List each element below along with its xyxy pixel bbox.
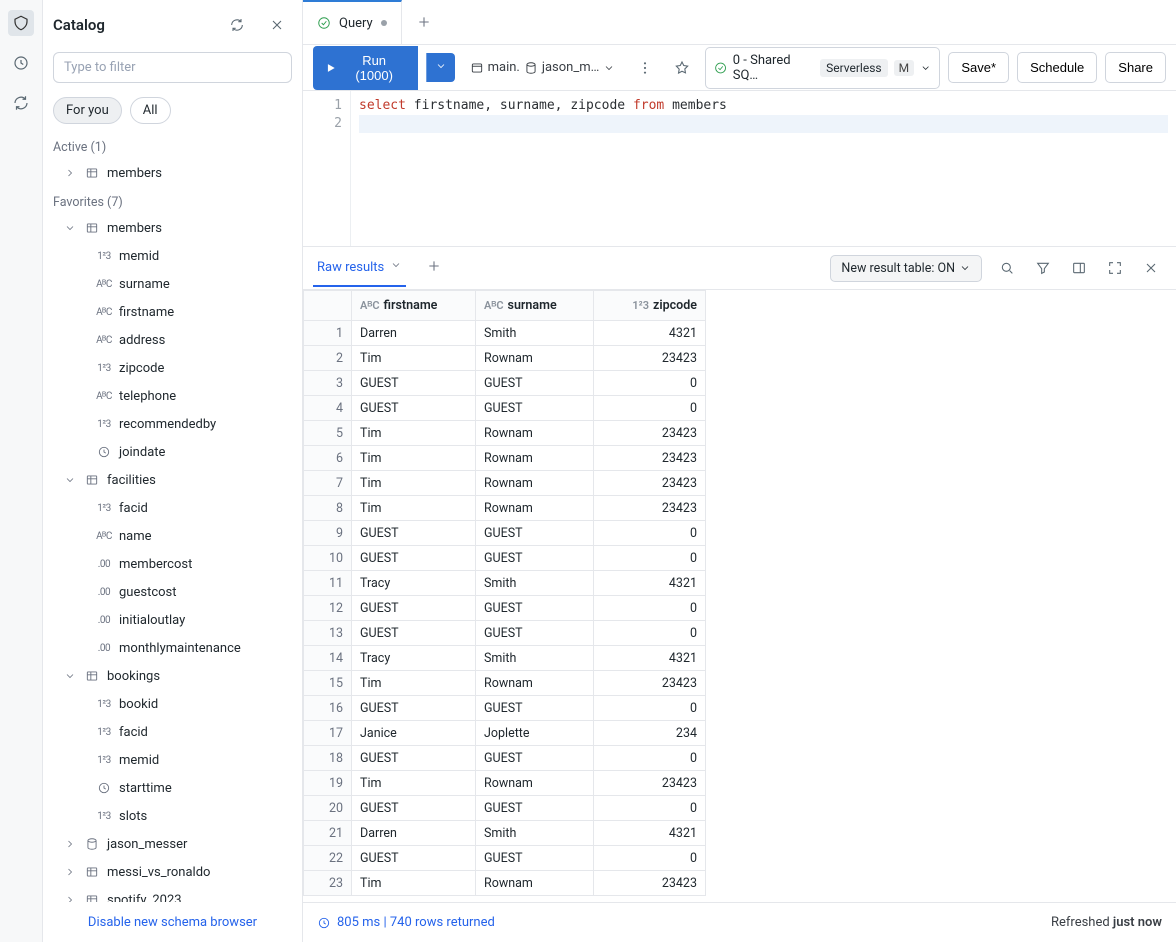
tree-column[interactable]: 1²3zipcode: [43, 354, 302, 382]
table-row[interactable]: 6TimRownam23423: [304, 446, 706, 471]
table-row[interactable]: 22GUESTGUEST0: [304, 846, 706, 871]
close-results-icon[interactable]: [1136, 253, 1166, 283]
tree-column[interactable]: 1²3slots: [43, 802, 302, 830]
tree-column[interactable]: 1²3facid: [43, 494, 302, 522]
table-row[interactable]: 18GUESTGUEST0: [304, 746, 706, 771]
pill-all[interactable]: All: [130, 97, 171, 124]
status-refreshed: Refreshed just now: [1051, 915, 1162, 930]
save-button[interactable]: Save*: [948, 52, 1009, 83]
table-row[interactable]: 3GUESTGUEST0: [304, 371, 706, 396]
tree-column[interactable]: .00monthlymaintenance: [43, 634, 302, 662]
table-row[interactable]: 4GUESTGUEST0: [304, 396, 706, 421]
section-active: Active (1): [43, 132, 302, 159]
editor-toolbar: Run (1000) main. jason_m… 0 - Shared SQ……: [303, 45, 1176, 91]
tree-column[interactable]: 1²3memid: [43, 746, 302, 774]
kebab-menu-icon[interactable]: [630, 53, 659, 83]
table-row[interactable]: 10GUESTGUEST0: [304, 546, 706, 571]
table-row[interactable]: 2TimRownam23423: [304, 346, 706, 371]
tree-item[interactable]: spotify_2023: [43, 886, 302, 902]
table-row[interactable]: 23TimRownam23423: [304, 871, 706, 896]
history-rail-icon[interactable]: [8, 50, 34, 76]
status-bar: 805 ms | 740 rows returned Refreshed jus…: [303, 902, 1176, 942]
result-table-toggle[interactable]: New result table: ON: [830, 255, 982, 282]
results-tab-raw[interactable]: Raw results: [313, 249, 406, 287]
filter-input[interactable]: Type to filter: [53, 52, 292, 83]
editor-tabs: Query: [303, 0, 1176, 45]
catalog-rail-icon[interactable]: [8, 10, 34, 36]
table-row[interactable]: 5TimRownam23423: [304, 421, 706, 446]
context-selector[interactable]: main. jason_m…: [463, 55, 623, 80]
tree-column[interactable]: .00initialoutlay: [43, 606, 302, 634]
tree-column[interactable]: 1²3facid: [43, 718, 302, 746]
table-row[interactable]: 9GUESTGUEST0: [304, 521, 706, 546]
results-table: AᴮCfirstnameAᴮCsurname1²3zipcode1DarrenS…: [303, 290, 706, 896]
share-button[interactable]: Share: [1105, 52, 1166, 83]
table-row[interactable]: 15TimRownam23423: [304, 671, 706, 696]
table-row[interactable]: 16GUESTGUEST0: [304, 696, 706, 721]
filter-icon[interactable]: [1028, 253, 1058, 283]
left-rail: [0, 0, 43, 942]
tree-table[interactable]: bookings: [43, 662, 302, 690]
catalog-sidebar: Catalog Type to filter For you All Activ…: [43, 0, 303, 942]
table-row[interactable]: 8TimRownam23423: [304, 496, 706, 521]
tree-column[interactable]: AᴮCtelephone: [43, 382, 302, 410]
table-row[interactable]: 21DarrenSmith4321: [304, 821, 706, 846]
tree-table[interactable]: facilities: [43, 466, 302, 494]
tree-column[interactable]: 1²3recommendedby: [43, 410, 302, 438]
tree-column[interactable]: AᴮCfirstname: [43, 298, 302, 326]
status-timing[interactable]: 805 ms | 740 rows returned: [317, 915, 495, 930]
sql-editor[interactable]: 12 select firstname, surname, zipcode fr…: [303, 91, 1176, 246]
results-table-wrap[interactable]: AᴮCfirstnameAᴮCsurname1²3zipcode1DarrenS…: [303, 290, 1176, 902]
search-icon[interactable]: [992, 253, 1022, 283]
run-dropdown[interactable]: [426, 53, 455, 82]
schedule-button[interactable]: Schedule: [1017, 52, 1097, 83]
table-row[interactable]: 17JaniceJoplette234: [304, 721, 706, 746]
table-row[interactable]: 1DarrenSmith4321: [304, 321, 706, 346]
refresh-icon[interactable]: [222, 10, 252, 40]
editor-code[interactable]: select firstname, surname, zipcode from …: [351, 91, 1176, 246]
tree-item[interactable]: members: [43, 159, 302, 187]
table-row[interactable]: 7TimRownam23423: [304, 471, 706, 496]
chevron-down-icon: [390, 259, 402, 275]
add-results-tab[interactable]: [420, 252, 448, 284]
disable-schema-browser-link[interactable]: Disable new schema browser: [43, 902, 302, 942]
unsaved-dot-icon: [381, 20, 387, 26]
tree-column[interactable]: .00membercost: [43, 550, 302, 578]
compute-selector[interactable]: 0 - Shared SQ… Serverless M: [705, 47, 941, 89]
table-row[interactable]: 14TracySmith4321: [304, 646, 706, 671]
editor-gutter: 12: [303, 91, 351, 246]
close-icon[interactable]: [262, 10, 292, 40]
tree-item[interactable]: jason_messer: [43, 830, 302, 858]
tree-column[interactable]: 1²3memid: [43, 242, 302, 270]
tree-column[interactable]: starttime: [43, 774, 302, 802]
expand-icon[interactable]: [1100, 253, 1130, 283]
run-button[interactable]: Run (1000): [313, 46, 418, 90]
tree-column[interactable]: AᴮCname: [43, 522, 302, 550]
panel-icon[interactable]: [1064, 253, 1094, 283]
tab-label: Query: [339, 16, 373, 31]
tree-column[interactable]: .00guestcost: [43, 578, 302, 606]
add-tab-button[interactable]: [402, 0, 446, 44]
main-area: Query Run (1000) main. jason_m…: [303, 0, 1176, 942]
sidebar-title: Catalog: [53, 16, 105, 34]
table-row[interactable]: 20GUESTGUEST0: [304, 796, 706, 821]
tree-table[interactable]: members: [43, 214, 302, 242]
catalog-tree: membersFavorites (7)members1²3memidAᴮCsu…: [43, 159, 302, 902]
refresh-rail-icon[interactable]: [8, 90, 34, 116]
tree-column[interactable]: AᴮCsurname: [43, 270, 302, 298]
tree-column[interactable]: AᴮCaddress: [43, 326, 302, 354]
table-row[interactable]: 11TracySmith4321: [304, 571, 706, 596]
star-icon[interactable]: [667, 53, 696, 83]
tree-column[interactable]: 1²3bookid: [43, 690, 302, 718]
results-bar: Raw results New result table: ON: [303, 246, 1176, 290]
tree-column[interactable]: joindate: [43, 438, 302, 466]
section-favorites: Favorites (7): [43, 187, 302, 214]
tab-query[interactable]: Query: [303, 0, 402, 44]
tree-item[interactable]: messi_vs_ronaldo: [43, 858, 302, 886]
table-row[interactable]: 13GUESTGUEST0: [304, 621, 706, 646]
table-row[interactable]: 12GUESTGUEST0: [304, 596, 706, 621]
table-row[interactable]: 19TimRownam23423: [304, 771, 706, 796]
pill-for-you[interactable]: For you: [53, 97, 122, 124]
